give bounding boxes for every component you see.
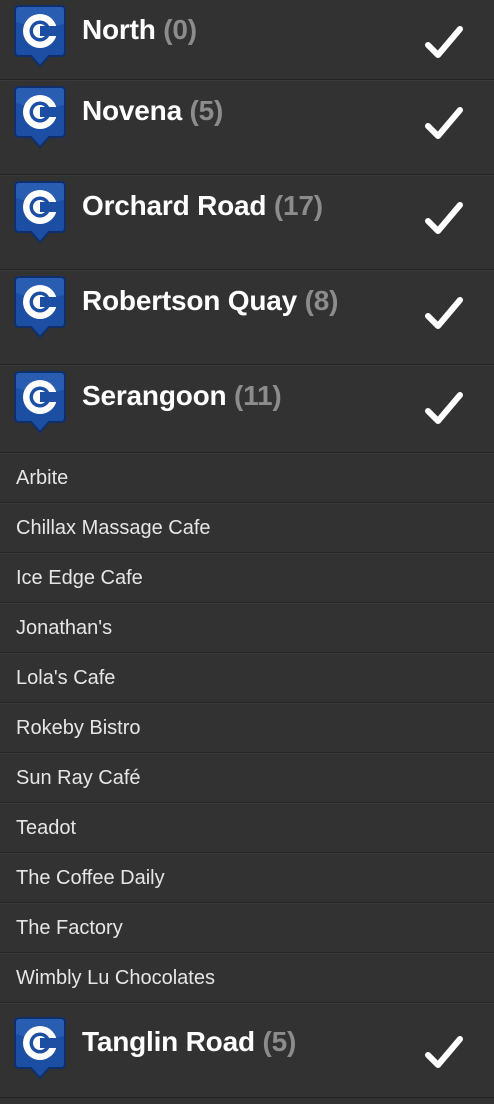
map-pin-c-icon xyxy=(14,1017,66,1080)
region-count: (17) xyxy=(273,190,323,221)
list-item[interactable]: Chillax Massage Cafe xyxy=(0,503,494,553)
region-row-north[interactable]: North (0) xyxy=(0,0,494,80)
map-pin-c-icon xyxy=(14,371,66,434)
region-name: North xyxy=(82,14,156,45)
checkmark-icon[interactable] xyxy=(424,390,464,428)
list-item[interactable]: Rokeby Bistro xyxy=(0,703,494,753)
region-row-novena[interactable]: Novena (5) xyxy=(0,80,494,175)
list-item[interactable]: Lola's Cafe xyxy=(0,653,494,703)
region-name: Robertson Quay xyxy=(82,285,298,316)
checkmark-icon[interactable] xyxy=(424,24,464,62)
checkmark-icon[interactable] xyxy=(424,295,464,333)
list-item[interactable]: The Factory xyxy=(0,903,494,953)
map-pin-c-icon xyxy=(14,276,66,339)
region-name: Novena xyxy=(82,95,182,126)
checkmark-icon[interactable] xyxy=(424,105,464,143)
map-pin-c-icon xyxy=(14,86,66,149)
region-row-serangoon[interactable]: Serangoon (11) xyxy=(0,365,494,453)
list-item[interactable]: Sun Ray Café xyxy=(0,753,494,803)
region-name: Orchard Road xyxy=(82,190,267,221)
region-count: (11) xyxy=(234,380,282,411)
list-item[interactable]: Teadot xyxy=(0,803,494,853)
checkmark-icon[interactable] xyxy=(424,200,464,238)
region-count: (5) xyxy=(189,95,224,126)
region-row-robertson-quay[interactable]: Robertson Quay (8) xyxy=(0,270,494,365)
region-name: Tanglin Road xyxy=(82,1026,255,1057)
region-title: Serangoon (11) xyxy=(82,380,282,412)
region-list: North (0) Novena (5) Orchard Road (17) R… xyxy=(0,0,494,1104)
region-name: Serangoon xyxy=(82,380,227,411)
list-item[interactable]: Ice Edge Cafe xyxy=(0,553,494,603)
region-title: Tanglin Road (5) xyxy=(82,1026,296,1058)
region-count: (0) xyxy=(163,14,197,45)
list-item[interactable]: Wimbly Lu Chocolates xyxy=(0,953,494,1003)
checkmark-icon[interactable] xyxy=(424,1034,464,1072)
map-pin-c-icon xyxy=(14,5,66,68)
region-row-tanglin-road[interactable]: Tanglin Road (5) xyxy=(0,1003,494,1098)
list-item[interactable]: Arbite xyxy=(0,453,494,503)
region-row-orchard-road[interactable]: Orchard Road (17) xyxy=(0,175,494,270)
region-count: (5) xyxy=(262,1026,297,1057)
list-item[interactable]: The Coffee Daily xyxy=(0,853,494,903)
region-count: (8) xyxy=(304,285,339,316)
region-title: Orchard Road (17) xyxy=(82,190,323,222)
region-title: North (0) xyxy=(82,14,197,46)
region-title: Robertson Quay (8) xyxy=(82,285,338,317)
region-title: Novena (5) xyxy=(82,95,223,127)
list-item[interactable]: Jonathan's xyxy=(0,603,494,653)
map-pin-c-icon xyxy=(14,181,66,244)
